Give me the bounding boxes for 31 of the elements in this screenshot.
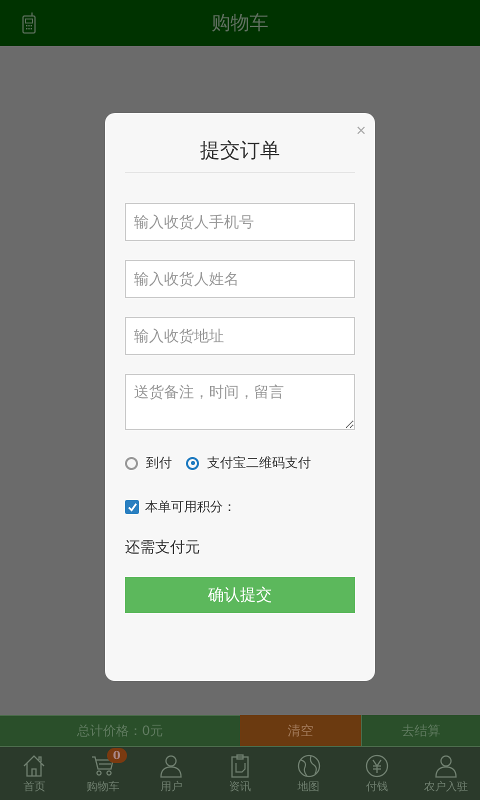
input-field[interactable]: 输入收货人手机号 bbox=[125, 203, 355, 241]
yen-icon bbox=[365, 754, 390, 778]
tab-item[interactable]: 用户 bbox=[137, 747, 206, 800]
payment-option[interactable]: 支付宝二维码支付 bbox=[186, 454, 311, 472]
close-button[interactable]: × bbox=[356, 122, 366, 139]
cart-icon bbox=[90, 754, 115, 778]
note-field[interactable]: 送货备注，时间，留言 bbox=[125, 374, 355, 430]
globe-icon bbox=[296, 754, 321, 778]
page-title: 购物车 bbox=[212, 11, 268, 36]
input-field[interactable]: 输入收货人姓名 bbox=[125, 260, 355, 298]
home-icon bbox=[22, 754, 46, 778]
tab-item[interactable]: 地图 bbox=[274, 747, 343, 800]
payment-option[interactable]: 到付 bbox=[125, 454, 172, 472]
points-option[interactable]: 本单可用积分： bbox=[125, 498, 355, 516]
dialog-title: 提交订单 bbox=[125, 113, 355, 173]
phone-icon[interactable] bbox=[22, 12, 36, 34]
radio-button[interactable] bbox=[125, 456, 138, 470]
amount-due: 还需支付元 bbox=[125, 538, 201, 557]
user-icon bbox=[159, 754, 184, 778]
input-field[interactable]: 输入收货地址 bbox=[125, 317, 355, 355]
tab-item[interactable]: 0 购物车 bbox=[68, 747, 138, 800]
cart-count-badge: 0 bbox=[106, 748, 127, 762]
tab-item[interactable]: 付钱 bbox=[342, 747, 412, 800]
submit-button[interactable]: 确认提交 bbox=[125, 577, 355, 613]
checkbox[interactable] bbox=[125, 500, 139, 514]
tab-item[interactable]: 首页 bbox=[0, 747, 69, 800]
tab-item[interactable]: 农户入驻 bbox=[411, 747, 480, 800]
radio-button[interactable] bbox=[186, 456, 199, 470]
tab-item[interactable]: 资讯 bbox=[206, 747, 274, 800]
clear-button[interactable]: 清空 bbox=[240, 715, 361, 746]
user-icon bbox=[434, 754, 458, 778]
